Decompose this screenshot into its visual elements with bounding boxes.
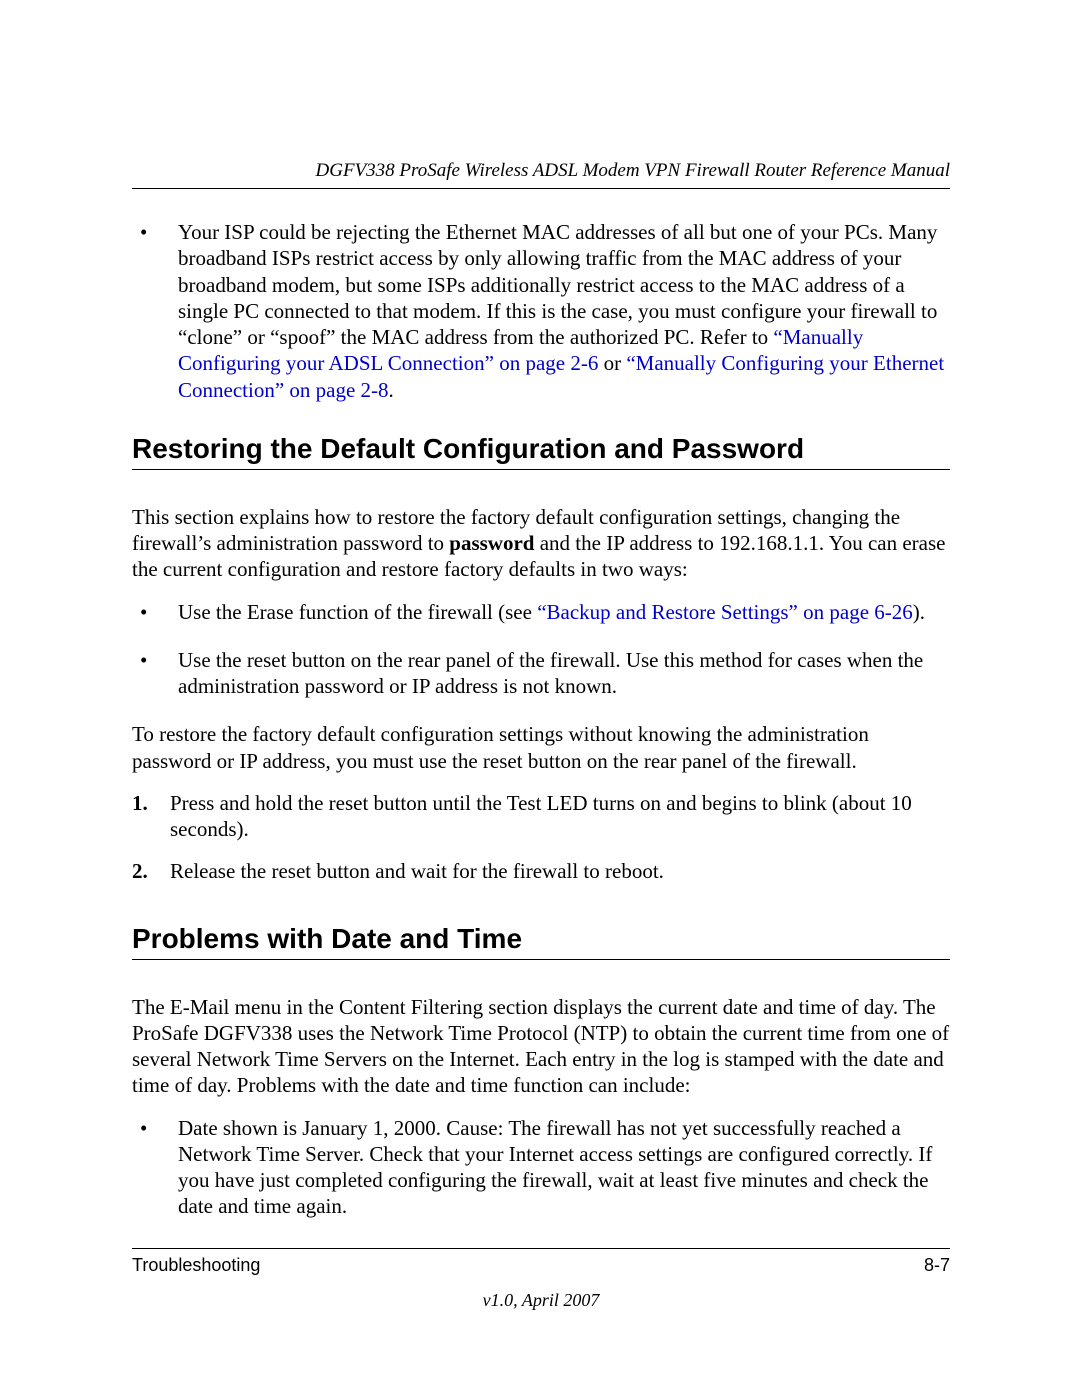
step-text: Press and hold the reset button until th… <box>170 790 950 843</box>
footer-row: Troubleshooting 8-7 <box>132 1255 950 1276</box>
heading-restoring-default: Restoring the Default Configuration and … <box>132 433 950 465</box>
bullet-text: Use the Erase function of the firewall (… <box>178 599 950 625</box>
footer-version: v1.0, April 2007 <box>132 1290 950 1311</box>
step-number: 1. <box>132 790 170 843</box>
page: DGFV338 ProSafe Wireless ADSL Modem VPN … <box>0 0 1080 1397</box>
section1-bullet-2: • Use the reset button on the rear panel… <box>132 647 950 700</box>
section2-bullet-1: • Date shown is January 1, 2000. Cause: … <box>132 1115 950 1220</box>
bullet-text: Use the reset button on the rear panel o… <box>178 647 950 700</box>
step-number: 2. <box>132 858 170 884</box>
text-segment: . <box>389 378 394 402</box>
text-bold-password: password <box>449 531 534 555</box>
heading-date-time: Problems with Date and Time <box>132 923 950 955</box>
text-segment: ). <box>913 600 925 624</box>
heading-rule <box>132 469 950 470</box>
heading-rule <box>132 959 950 960</box>
bullet-marker: • <box>132 647 178 700</box>
section1-intro: This section explains how to restore the… <box>132 504 950 583</box>
section1-bullet-1: • Use the Erase function of the firewall… <box>132 599 950 625</box>
top-bullet: • Your ISP could be rejecting the Ethern… <box>132 219 950 403</box>
footer-section-name: Troubleshooting <box>132 1255 260 1276</box>
text-segment: Use the Erase function of the firewall (… <box>178 600 537 624</box>
step-1: 1. Press and hold the reset button until… <box>132 790 950 843</box>
footer-rule <box>132 1248 950 1249</box>
header-rule <box>132 188 950 189</box>
step-2: 2. Release the reset button and wait for… <box>132 858 950 884</box>
bullet-marker: • <box>132 219 178 403</box>
link-backup-restore[interactable]: “Backup and Restore Settings” on page 6-… <box>537 600 913 624</box>
bullet-text: Date shown is January 1, 2000. Cause: Th… <box>178 1115 950 1220</box>
page-footer: Troubleshooting 8-7 v1.0, April 2007 <box>132 1248 950 1311</box>
step-text: Release the reset button and wait for th… <box>170 858 950 884</box>
section1-para2: To restore the factory default configura… <box>132 721 950 774</box>
text-segment: or <box>598 351 626 375</box>
footer-page-number: 8-7 <box>924 1255 950 1276</box>
bullet-marker: • <box>132 1115 178 1220</box>
running-header: DGFV338 ProSafe Wireless ADSL Modem VPN … <box>132 160 950 182</box>
bullet-marker: • <box>132 599 178 625</box>
section2-para1: The E-Mail menu in the Content Filtering… <box>132 994 950 1099</box>
bullet-text: Your ISP could be rejecting the Ethernet… <box>178 219 950 403</box>
